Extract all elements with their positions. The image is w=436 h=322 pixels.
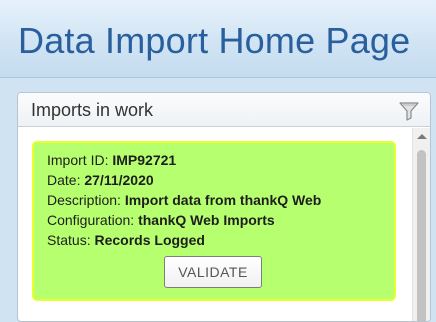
vertical-scrollbar[interactable] — [412, 128, 430, 321]
import-card[interactable]: Import ID: IMP92721 Date: 27/11/2020 Des… — [32, 141, 396, 301]
page-title: Data Import Home Page — [18, 20, 411, 61]
description-label: Description: — [47, 192, 121, 208]
description-value: Import data from thankQ Web — [124, 192, 322, 208]
imports-panel: Imports in work Import ID: IMP92721 Date… — [17, 92, 431, 322]
import-id-value: IMP92721 — [112, 152, 177, 168]
date-label: Date: — [47, 172, 81, 188]
status-value: Records Logged — [94, 232, 205, 248]
import-id-row: Import ID: IMP92721 — [47, 151, 176, 169]
panel-header: Imports in work — [18, 93, 430, 127]
status-row: Status: Records Logged — [47, 231, 205, 249]
panel-title: Imports in work — [31, 100, 154, 120]
validate-button[interactable]: VALIDATE — [164, 256, 262, 288]
import-id-label: Import ID: — [47, 152, 109, 168]
scroll-up-arrow-icon[interactable] — [417, 134, 427, 139]
status-label: Status: — [47, 232, 91, 248]
date-row: Date: 27/11/2020 — [47, 171, 154, 189]
description-row: Description: Import data from thankQ Web — [47, 191, 321, 209]
filter-icon[interactable] — [398, 100, 420, 122]
scrollbar-thumb[interactable] — [417, 150, 426, 321]
configuration-label: Configuration: — [47, 212, 135, 228]
configuration-row: Configuration: thankQ Web Imports — [47, 211, 275, 229]
page-header: Data Import Home Page — [0, 0, 436, 78]
configuration-value: thankQ Web Imports — [138, 212, 275, 228]
date-value: 27/11/2020 — [84, 172, 154, 188]
